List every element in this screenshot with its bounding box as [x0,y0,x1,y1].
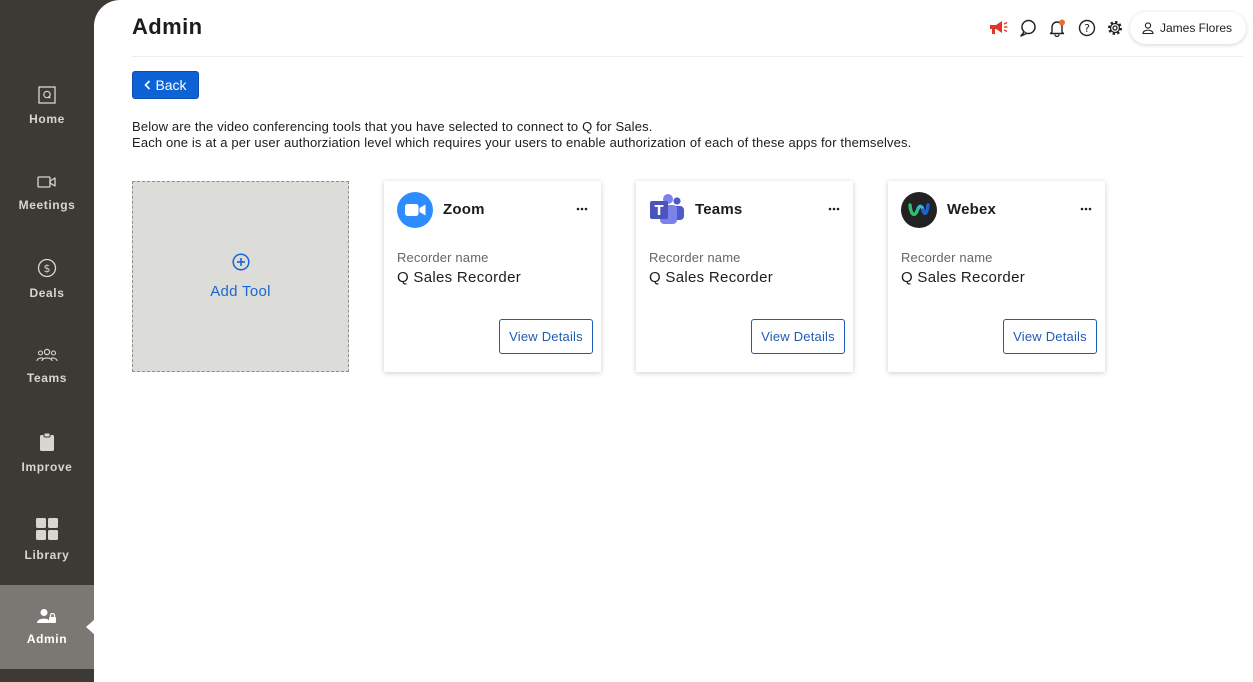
webex-logo-icon [901,192,937,228]
svg-text:?: ? [1084,22,1090,35]
help-button[interactable]: ? [1076,17,1098,39]
intro-line-2: Each one is at a per user authorziation … [132,135,912,150]
more-options-icon[interactable] [827,202,841,216]
nav-label: Deals [29,286,65,300]
grid-icon [36,518,58,540]
sidebar: Home Meetings $ Deals Teams Improve Libr… [0,0,95,682]
svg-text:$: $ [44,262,51,275]
recorder-value: Q Sales Recorder [649,269,774,286]
nav-item-deals[interactable]: $ Deals [0,237,94,321]
recorder-label: Recorder name [901,250,993,265]
recorder-label: Recorder name [649,250,741,265]
bell-icon [1049,19,1065,37]
nav-item-home[interactable]: Home [0,64,94,148]
chat-icon [1020,19,1036,37]
plus-circle-icon [231,253,250,271]
nav-item-teams[interactable]: Teams [0,324,94,408]
nav-label: Teams [26,371,68,385]
nav-item-library[interactable]: Library [0,498,94,582]
tool-card-zoom: Zoom Recorder name Q Sales Recorder View… [384,181,601,372]
tool-card-teams: T Teams Recorder name Q Sales Recorder V… [636,181,853,372]
nav-label: Library [24,548,70,562]
recorder-value: Q Sales Recorder [901,269,1026,286]
announcements-button[interactable] [987,17,1009,39]
notifications-button[interactable] [1046,17,1068,39]
clipboard-icon [40,432,54,451]
add-tool-label: Add Tool [210,283,271,300]
user-icon [1142,22,1154,34]
q-icon [38,86,56,104]
more-options-icon[interactable] [1079,202,1093,216]
tool-card-webex: Webex Recorder name Q Sales Recorder Vie… [888,181,1105,372]
dollar-icon: $ [37,258,57,278]
recorder-label: Recorder name [397,250,489,265]
nav-label: Home [29,112,65,126]
header-divider [132,56,1243,57]
teams-logo-icon: T [650,194,684,224]
nav-label: Meetings [18,198,76,212]
zoom-logo-icon [397,192,433,228]
view-details-button[interactable]: View Details [1003,319,1097,354]
megaphone-icon [990,21,1008,34]
user-name: James Flores [1160,21,1233,35]
settings-button[interactable] [1104,17,1126,39]
intro-line-1: Below are the video conferencing tools t… [132,119,653,134]
tool-name: Teams [695,201,743,218]
people-icon [36,348,58,362]
recorder-value: Q Sales Recorder [397,269,522,286]
more-options-icon[interactable] [575,202,589,216]
video-icon [37,176,56,188]
nav-item-admin[interactable]: Admin [0,585,95,669]
chevron-left-icon [144,80,151,90]
add-tool-button[interactable]: Add Tool [132,181,349,372]
user-lock-icon [37,609,56,623]
help-icon: ? [1078,19,1096,37]
nav-item-meetings[interactable]: Meetings [0,151,94,235]
nav-label: Admin [26,632,68,646]
chat-button[interactable] [1017,17,1039,39]
page-title: Admin [132,14,203,39]
tool-name: Webex [947,201,997,218]
nav-item-improve[interactable]: Improve [0,411,94,495]
back-button[interactable]: Back [132,71,199,99]
nav-label: Improve [21,460,73,474]
view-details-button[interactable]: View Details [751,319,845,354]
view-details-button[interactable]: View Details [499,319,593,354]
main-content: Admin ? James Flores Back Below are the … [94,0,1253,682]
svg-text:T: T [655,204,664,219]
user-menu[interactable]: James Flores [1130,12,1247,44]
gear-icon [1108,21,1122,35]
tool-name: Zoom [443,201,485,218]
back-label: Back [155,77,187,93]
intro-text: Below are the video conferencing tools t… [132,119,911,151]
